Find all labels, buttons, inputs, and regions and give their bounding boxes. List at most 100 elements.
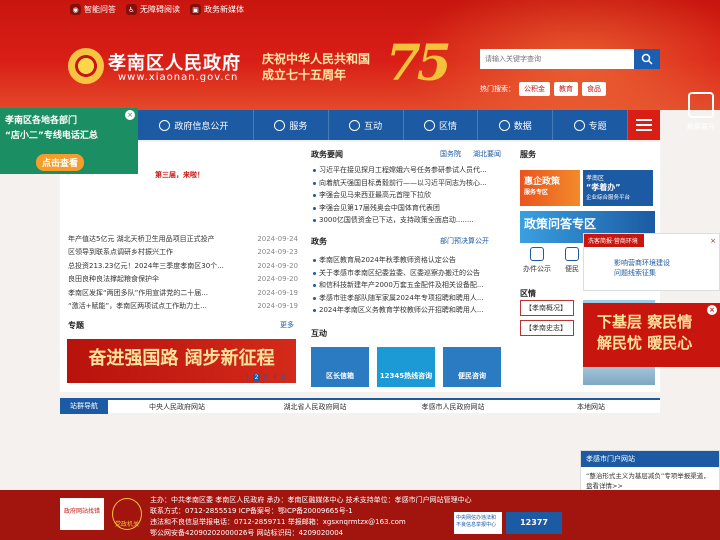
site-url: www.xiaonan.gov.cn: [118, 72, 239, 83]
news-row[interactable]: 总投资213.23亿元！2024年三季度孝南区30个... 2024-09-20: [68, 259, 298, 273]
float-ad-hotline[interactable]: 孝南区各地各部门 “店小二”专线电话汇总 点击查看 ×: [0, 108, 138, 174]
carousel-dot[interactable]: 2: [253, 374, 260, 381]
nav-topic[interactable]: 专题: [553, 110, 628, 140]
expand-label: 触屏展开: [687, 123, 715, 131]
news-row[interactable]: 年产值达5亿元 湖北天桥卫生用品项目正式投产 2024-09-24: [68, 232, 298, 246]
search-input[interactable]: [480, 49, 634, 69]
float-ad-line1: 影响营商环境建设: [614, 259, 670, 267]
site-nav-select[interactable]: 湖北省人民政府网站: [246, 402, 384, 412]
touch-expand-button[interactable]: 触屏展开: [682, 92, 720, 132]
hot-tag[interactable]: 教育: [554, 82, 578, 96]
anniversary-slogan: 庆祝中华人民共和国 成立七十五周年: [262, 51, 370, 83]
search-button[interactable]: [634, 49, 660, 69]
accessibility-icon: ♿: [126, 4, 137, 15]
close-icon[interactable]: ×: [708, 236, 718, 246]
site-nav-select[interactable]: 本地网站: [522, 402, 660, 412]
12377-logo[interactable]: 12377: [506, 512, 562, 534]
list-item[interactable]: 习近平在接见探月工程嫦娥六号任务参研参试人员代...: [311, 165, 506, 178]
search-box: [480, 49, 660, 69]
nav-label: 数据: [513, 121, 532, 132]
list-item[interactable]: 李强会见马来西亚最高元首陛下拉欣: [311, 190, 506, 203]
hot-search-label: 热门搜索：: [480, 85, 515, 93]
list-item[interactable]: 向着航天强国目标勇毅前行——以习近平同志为核心...: [311, 178, 506, 191]
carousel-dot[interactable]: 4: [271, 374, 278, 381]
search-icon: [641, 53, 653, 65]
float-ad-grassroots[interactable]: 下基层 察民情 解民忧 暖民心 ×: [583, 303, 720, 367]
list-item[interactable]: 和信科技新建年产2000万套五金配件及相关设备配...: [311, 280, 506, 293]
list-item[interactable]: 3000亿国债资金已下达，支持政策全面启动........: [311, 215, 506, 228]
top-links: ◉ 智能问答 ♿ 无障碍阅读 ▣ 政务新媒体: [70, 4, 244, 15]
float-ad-view-button[interactable]: 点击查看: [36, 154, 85, 171]
nav-data[interactable]: 数据: [478, 110, 554, 140]
footer-line: 主办：中共孝南区委 孝南区人民政府 承办：孝南区融媒体中心 技术支持单位：孝感市…: [150, 496, 472, 504]
party-gov-logo[interactable]: 党政机关: [112, 498, 142, 530]
hot-tag[interactable]: 食品: [582, 82, 606, 96]
news-row[interactable]: 良田良种良法撑起粮食保护伞 2024-09-20: [68, 273, 298, 287]
news-title: 良田良种良法撑起粮食保护伞: [68, 275, 159, 284]
nav-service[interactable]: 服务: [254, 110, 329, 140]
data-icon: [498, 119, 510, 131]
report-center-logo[interactable]: 中央网信办违法和不良信息举报中心: [454, 512, 502, 534]
xiaozheban-link[interactable]: 孝南区 “孝着办” 企业综合服务平台: [583, 170, 653, 206]
float-ad-line2: 解民忧 暖民心: [597, 334, 693, 352]
hotline-button[interactable]: 12345热线咨询: [377, 347, 435, 387]
nav-district[interactable]: 区情: [404, 110, 479, 140]
list-item[interactable]: 2024年孝南区义务教育学校教师公开招聘和聘用人...: [311, 305, 506, 318]
list-item[interactable]: 关于孝感市孝南区纪委监委、区委巡察办搬迁的公告: [311, 268, 506, 281]
carousel-dot[interactable]: 5: [280, 374, 287, 381]
convenience-icon: [565, 247, 579, 261]
nav-interact[interactable]: 互动: [329, 110, 404, 140]
list-item[interactable]: 李强会见第17届残奥会中国体育代表团: [311, 203, 506, 216]
float-ad-header: 洗客简报·营商环境: [584, 234, 644, 247]
national-emblem-icon: [68, 48, 104, 84]
float-ad-line2: “店小二”专线电话汇总: [5, 131, 98, 141]
service-icon: [274, 119, 286, 131]
district-title: 区情: [520, 289, 536, 298]
menu-bar: [635, 129, 652, 131]
list-item[interactable]: 孝感市驻孝部队随军家属2024年专项招聘和聘用人...: [311, 293, 506, 306]
district-tag[interactable]: 【孝南史志】: [520, 320, 574, 336]
hot-tag[interactable]: 公积金: [519, 82, 550, 96]
public-consult-button[interactable]: 便民咨询: [443, 347, 501, 387]
menu-button[interactable]: [627, 110, 660, 140]
tab-budget[interactable]: 部门预决算公开: [440, 236, 489, 246]
close-icon[interactable]: ×: [125, 110, 135, 120]
tab-state-council[interactable]: 国务院: [440, 149, 461, 159]
slogan-line2: 成立七十五周年: [262, 68, 347, 82]
list-item[interactable]: 孝南区教育局2024年秋季教师资格认定公告: [311, 255, 506, 268]
service-case-publicity[interactable]: 办件公示: [523, 247, 551, 274]
site-nav-bar: 站群导航 中央人民政府网站 湖北省人民政府网站 孝感市人民政府网站 本地网站: [60, 398, 660, 414]
tab-hubei-news[interactable]: 湖北要闻: [473, 149, 501, 159]
site-nav-select[interactable]: 孝感市人民政府网站: [384, 402, 522, 412]
top-link-media[interactable]: ▣ 政务新媒体: [190, 4, 244, 15]
site-nav-select[interactable]: 中央人民政府网站: [108, 402, 246, 412]
nav-label: 政府信息公开: [174, 121, 229, 132]
news-row[interactable]: 孝南区发挥“两团多队”作用宣讲党的二十届... 2024-09-19: [68, 286, 298, 300]
service-convenience[interactable]: 便民: [565, 247, 579, 274]
top-link-accessible[interactable]: ♿ 无障碍阅读: [126, 4, 180, 15]
float-ad-line1: 孝南区各地各部门: [5, 116, 78, 126]
close-icon[interactable]: ×: [707, 305, 717, 315]
news-row[interactable]: “激活+赋能”，孝南区两项试点工作助力土... 2024-09-19: [68, 300, 298, 314]
document-icon: [159, 119, 171, 131]
nav-info-public[interactable]: 政府信息公开: [135, 110, 254, 140]
anniversary-badge: 75: [386, 33, 452, 92]
promo-text[interactable]: 第三届，来啦！: [155, 170, 204, 180]
carousel-dot[interactable]: 3: [262, 374, 269, 381]
topic-more-link[interactable]: 更多: [280, 320, 294, 330]
enterprise-policy-link[interactable]: 惠企政策 服务专区: [520, 170, 580, 206]
gov-site-error-logo[interactable]: 政府网站找错: [60, 498, 104, 530]
district-tag[interactable]: 【孝南概况】: [520, 300, 574, 316]
affairs-title: 政务: [311, 237, 327, 246]
footer-line: 违法和不良信息举报电话：0712-2859711 举报邮箱：xgsxnqrmtz…: [150, 518, 406, 526]
topic-icon: [573, 119, 585, 131]
float-ad-business[interactable]: 洗客简报·营商环境 影响营商环境建设 问题线索征集 ×: [583, 233, 720, 291]
news-row[interactable]: 区领导到联系点调研乡村振兴工作 2024-09-23: [68, 246, 298, 260]
interact-title: 互动: [311, 329, 327, 338]
mayor-mailbox-button[interactable]: 区长信箱: [311, 347, 369, 387]
news-title: 年产值达5亿元 湖北天桥卫生用品项目正式投产: [68, 234, 215, 243]
news-title: “激活+赋能”，孝南区两项试点工作助力土...: [68, 302, 207, 311]
top-link-qa[interactable]: ◉ 智能问答: [70, 4, 116, 15]
carousel-dot[interactable]: 1: [244, 374, 251, 381]
chat-icon: ◉: [70, 4, 81, 15]
